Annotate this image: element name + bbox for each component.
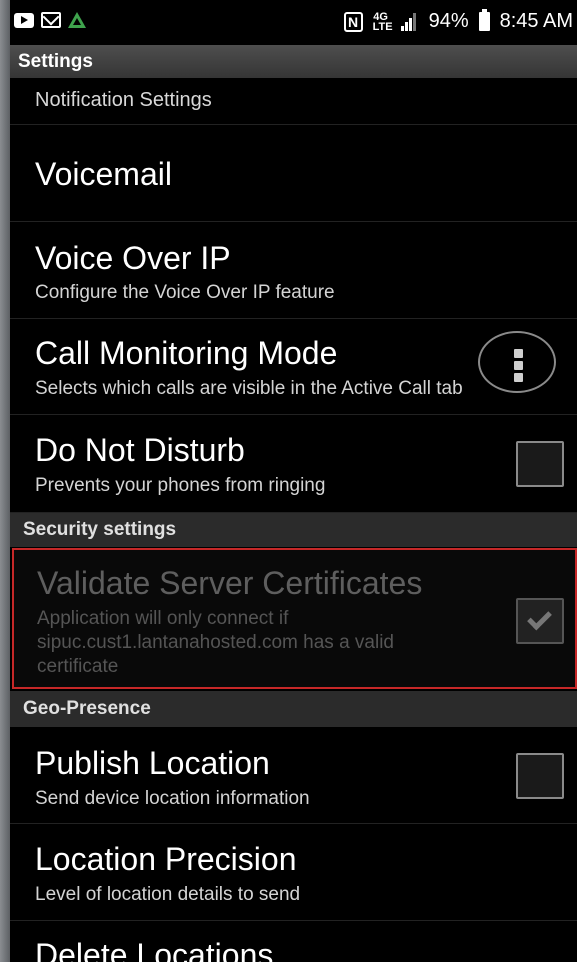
notification-icons bbox=[14, 12, 86, 28]
signal-icon bbox=[399, 12, 419, 31]
publish-location-checkbox[interactable] bbox=[516, 753, 564, 799]
dnd-checkbox[interactable] bbox=[516, 441, 564, 487]
setting-publish-location[interactable]: Publish Location Send device location in… bbox=[10, 727, 577, 824]
setting-validate-title: Validate Server Certificates bbox=[37, 565, 423, 601]
setting-notification[interactable]: Notification Settings bbox=[10, 78, 577, 125]
overflow-dot bbox=[514, 349, 523, 358]
video-icon bbox=[14, 12, 34, 28]
section-header-security: Security settings bbox=[10, 513, 577, 547]
setting-dnd-subtitle: Prevents your phones from ringing bbox=[35, 475, 326, 496]
setting-call-monitoring-title: Call Monitoring Mode bbox=[35, 335, 338, 371]
mail-icon bbox=[41, 12, 61, 28]
setting-publish-location-subtitle: Send device location information bbox=[35, 788, 310, 809]
setting-validate-subtitle-3: certificate bbox=[37, 656, 119, 677]
device-frame bbox=[0, 0, 10, 962]
setting-delete-locations-title: Delete Locations bbox=[35, 937, 274, 962]
setting-voicemail-title: Voicemail bbox=[35, 156, 172, 192]
phone-screen: N 4G LTE 94% 8:45 AM Settings Notificatio… bbox=[10, 0, 577, 962]
page-title: Settings bbox=[10, 45, 577, 78]
validate-certificates-checkbox bbox=[516, 598, 564, 644]
setting-call-monitoring-subtitle: Selects which calls are visible in the A… bbox=[35, 378, 463, 399]
system-icons: N 4G LTE 94% 8:45 AM bbox=[343, 9, 573, 33]
setting-voip[interactable]: Voice Over IP Configure the Voice Over I… bbox=[10, 222, 577, 319]
nfc-icon: N bbox=[343, 11, 363, 32]
setting-voicemail[interactable]: Voicemail bbox=[10, 125, 577, 222]
checkmark-icon bbox=[527, 605, 552, 631]
lte-icon: 4G LTE bbox=[372, 10, 393, 33]
section-header-geo-presence: Geo-Presence bbox=[10, 691, 577, 727]
setting-location-precision-title: Location Precision bbox=[35, 841, 297, 877]
setting-do-not-disturb[interactable]: Do Not Disturb Prevents your phones from… bbox=[10, 415, 577, 513]
setting-delete-locations[interactable]: Delete Locations bbox=[10, 921, 577, 962]
setting-notification-title: Notification Settings bbox=[35, 89, 212, 111]
setting-location-precision[interactable]: Location Precision Level of location det… bbox=[10, 824, 577, 921]
setting-validate-subtitle-2: sipuc.cust1.lantanahosted.com has a vali… bbox=[37, 632, 394, 653]
setting-voip-title: Voice Over IP bbox=[35, 240, 231, 276]
overflow-menu-button[interactable] bbox=[478, 331, 556, 393]
setting-publish-location-title: Publish Location bbox=[35, 745, 270, 781]
clock: 8:45 AM bbox=[499, 10, 573, 32]
overflow-dot bbox=[514, 361, 523, 370]
setting-validate-subtitle-1: Application will only connect if bbox=[37, 608, 289, 629]
battery-icon bbox=[478, 9, 490, 31]
battery-percent: 94% bbox=[428, 10, 469, 32]
status-bar: N 4G LTE 94% 8:45 AM bbox=[10, 0, 577, 45]
setting-dnd-title: Do Not Disturb bbox=[35, 432, 245, 468]
setting-voip-subtitle: Configure the Voice Over IP feature bbox=[35, 282, 335, 303]
setting-validate-certificates: Validate Server Certificates Application… bbox=[12, 548, 577, 689]
drive-icon bbox=[68, 12, 86, 28]
overflow-dot bbox=[514, 373, 523, 382]
setting-location-precision-subtitle: Level of location details to send bbox=[35, 884, 301, 905]
